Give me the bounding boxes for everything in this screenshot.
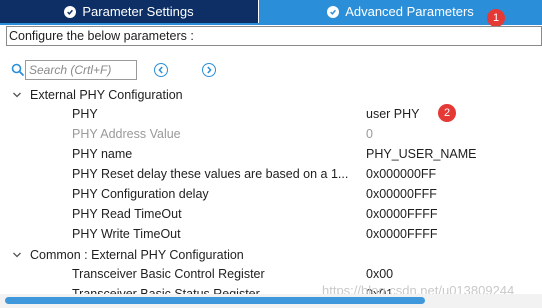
check-circle-icon (327, 5, 340, 18)
tab-bar: Parameter Settings Advanced Parameters (0, 0, 542, 25)
param-value[interactable]: 0x00 (366, 267, 393, 281)
horizontal-scrollbar-thumb[interactable] (5, 297, 425, 304)
param-row-phy-read-timeout[interactable]: PHY Read TimeOut 0x0000FFFF (72, 204, 542, 224)
param-value[interactable]: 0 (366, 127, 373, 141)
param-value[interactable]: 0x0000FFFF (366, 207, 438, 221)
chevron-down-icon (12, 90, 22, 100)
section-common-external-phy-configuration[interactable]: Common : External PHY Configuration (12, 245, 244, 265)
param-value[interactable]: PHY_USER_NAME (366, 147, 476, 161)
annotation-badge-1: 1 (487, 9, 505, 27)
param-value[interactable]: 0x00000FFF (366, 187, 437, 201)
search-previous-button[interactable] (154, 63, 168, 77)
tab-parameter-settings[interactable]: Parameter Settings (0, 0, 259, 23)
search-input[interactable] (25, 60, 137, 80)
param-row-phy-name[interactable]: PHY name PHY_USER_NAME (72, 144, 542, 164)
param-row-phy-reset-delay[interactable]: PHY Reset delay these values are based o… (72, 164, 542, 184)
param-name: PHY Read TimeOut (72, 207, 182, 221)
param-row-transceiver-basic-control-register[interactable]: Transceiver Basic Control Register 0x00 (72, 264, 542, 284)
search-next-button[interactable] (202, 63, 216, 77)
chevron-left-icon (158, 66, 163, 74)
param-name: PHY Address Value (72, 127, 181, 141)
chevron-right-icon (207, 66, 212, 74)
section-external-phy-configuration[interactable]: External PHY Configuration (12, 85, 183, 105)
chevron-down-icon (12, 250, 22, 260)
param-name: PHY Reset delay these values are based o… (72, 167, 349, 181)
configure-label: Configure the below parameters : (6, 26, 542, 46)
check-circle-icon (64, 5, 77, 18)
param-value[interactable]: 0x0000FFFF (366, 227, 438, 241)
param-row-phy-address-value[interactable]: PHY Address Value 0 (72, 124, 542, 144)
section-title: External PHY Configuration (30, 88, 183, 102)
tab-label: Advanced Parameters (345, 4, 474, 19)
search-icon (11, 63, 25, 77)
param-value[interactable]: user PHY (366, 107, 420, 121)
param-value[interactable]: 0x000000FF (366, 167, 436, 181)
tab-label: Parameter Settings (82, 4, 194, 19)
param-name: PHY Configuration delay (72, 187, 209, 201)
annotation-badge-2: 2 (438, 104, 456, 122)
param-row-phy[interactable]: PHY user PHY (72, 104, 542, 124)
section-title: Common : External PHY Configuration (30, 248, 244, 262)
param-row-phy-configuration-delay[interactable]: PHY Configuration delay 0x00000FFF (72, 184, 542, 204)
param-row-phy-write-timeout[interactable]: PHY Write TimeOut 0x0000FFFF (72, 224, 542, 244)
param-name: PHY (72, 107, 98, 121)
param-name: PHY Write TimeOut (72, 227, 181, 241)
param-name: Transceiver Basic Control Register (72, 267, 265, 281)
param-name: PHY name (72, 147, 133, 161)
